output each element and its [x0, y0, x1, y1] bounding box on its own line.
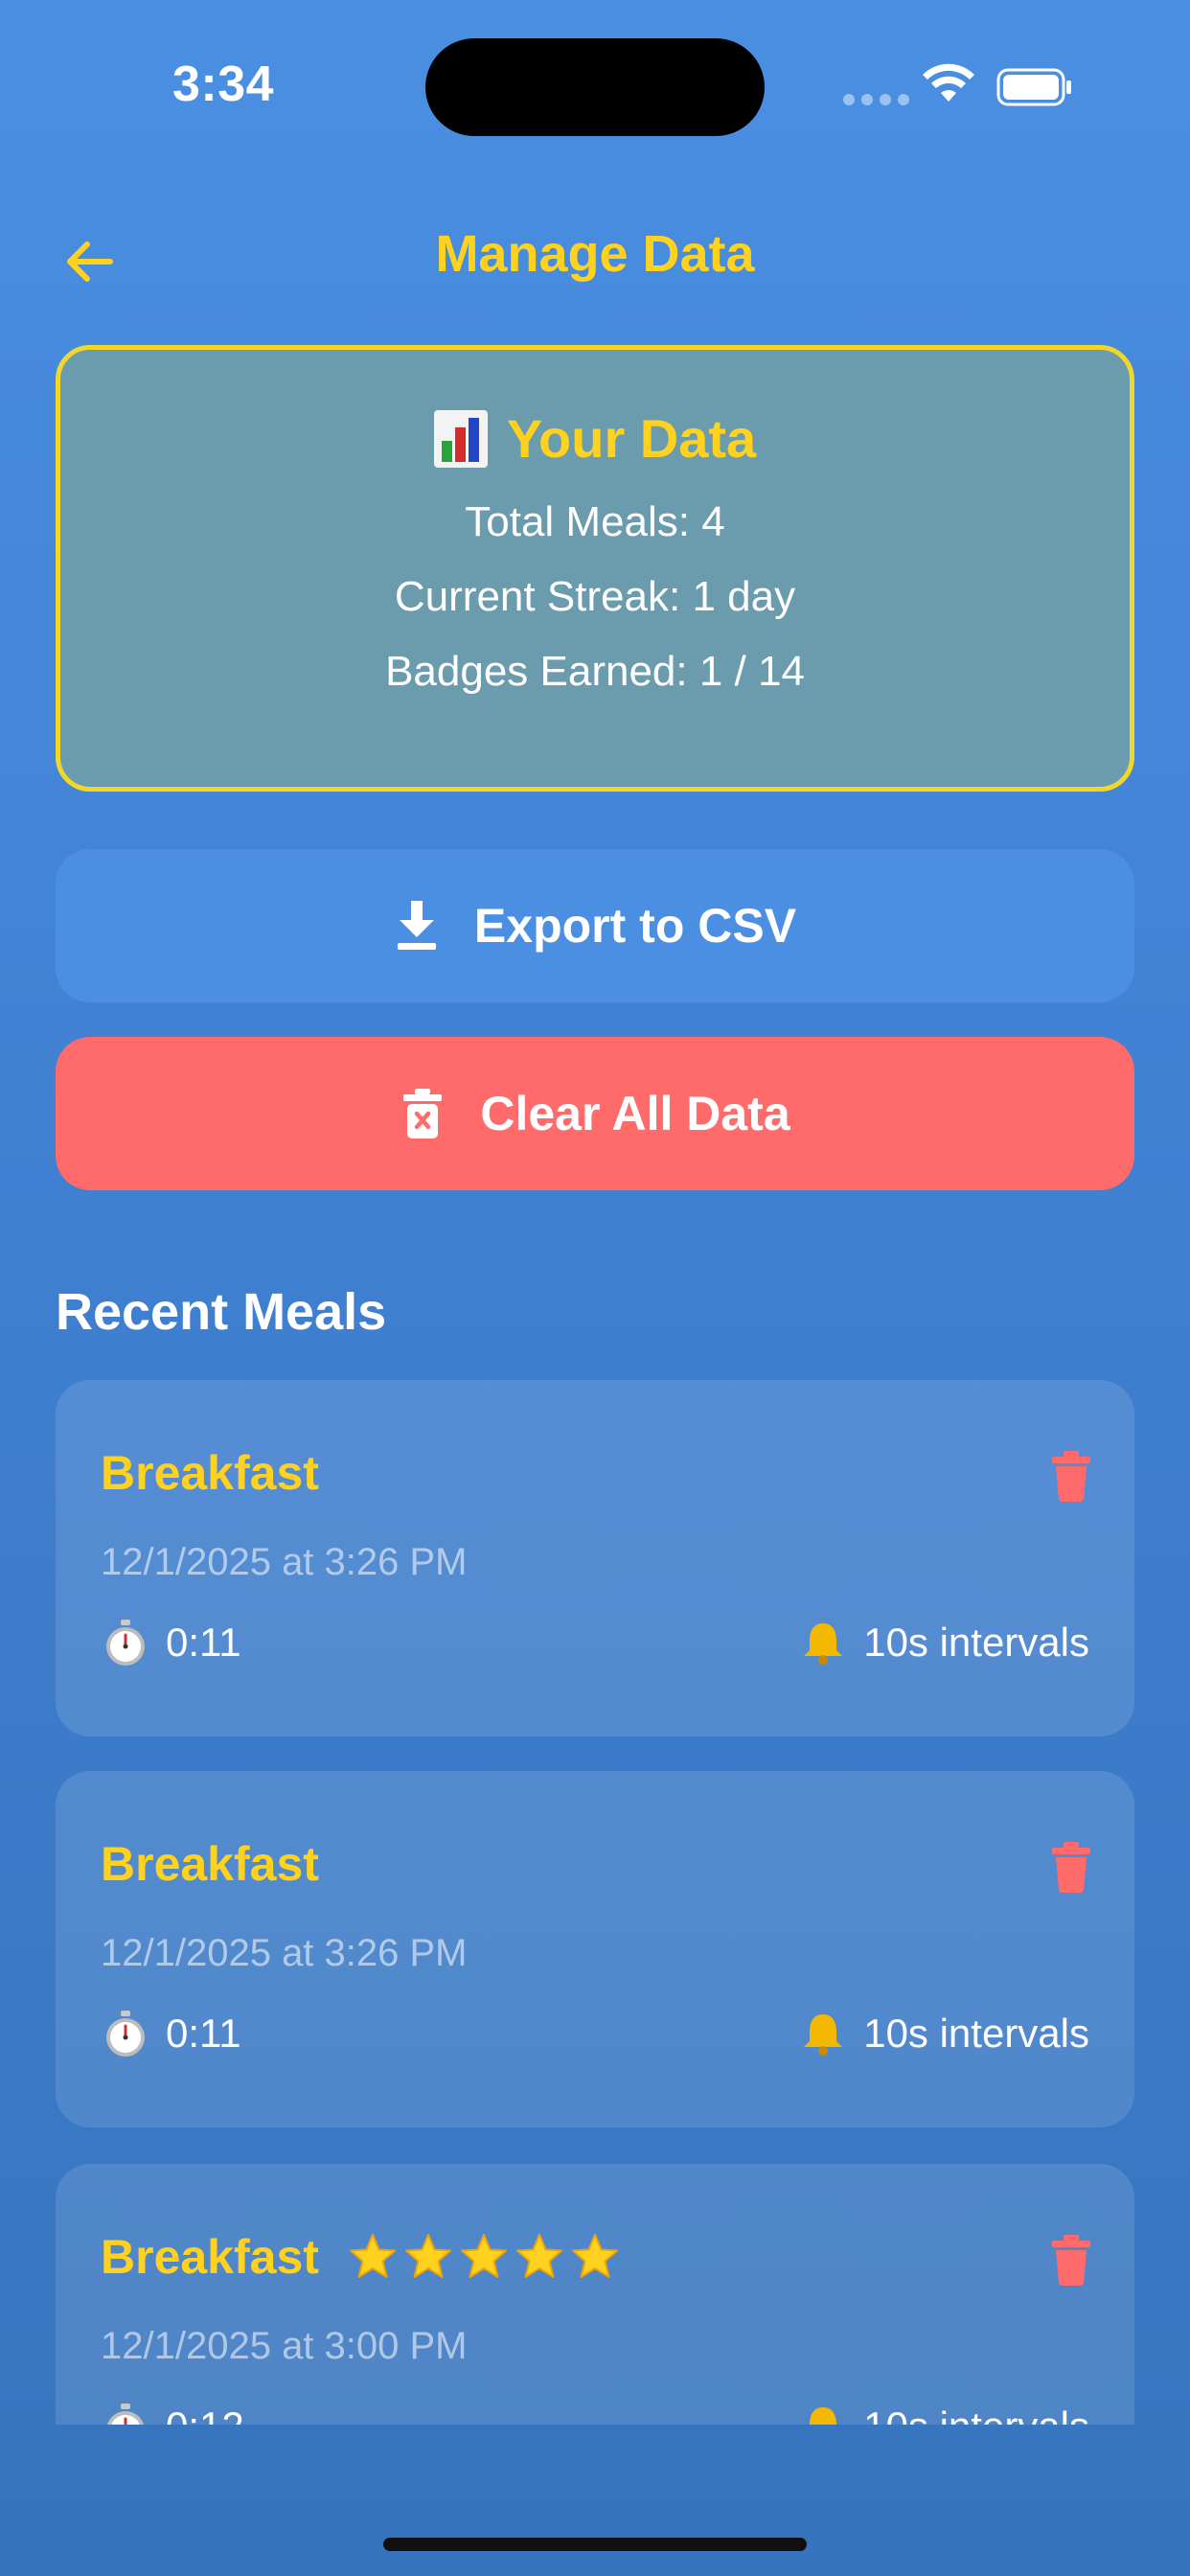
delete-meal-button[interactable] — [1047, 2233, 1095, 2287]
cellular-signal-icon — [843, 94, 909, 105]
recent-meals-title: Recent Meals — [56, 1283, 387, 1341]
star-icon — [460, 2234, 507, 2278]
meal-name: Breakfast — [101, 1446, 319, 1500]
meal-date: 12/1/2025 at 3:26 PM — [101, 1541, 468, 1583]
star-icon — [571, 2234, 618, 2278]
summary-title-text: Your Data — [506, 408, 757, 469]
star-icon — [404, 2234, 451, 2278]
meal-date: 12/1/2025 at 3:00 PM — [101, 2325, 468, 2367]
export-button-label: Export to CSV — [473, 899, 797, 953]
stopwatch-icon — [106, 2404, 145, 2425]
current-streak-text: Current Streak: 1 day — [394, 573, 796, 620]
meal-card[interactable]: Breakfast 12/1/2025 at 3:26 PM 0:11 10s … — [56, 1771, 1134, 2128]
clear-all-data-button[interactable]: Clear All Data — [56, 1037, 1134, 1190]
page-title: Manage Data — [435, 225, 755, 283]
delete-meal-button[interactable] — [1047, 1840, 1095, 1894]
meal-interval: 10s intervals — [798, 2009, 1089, 2058]
recent-meals-list[interactable]: Breakfast 12/1/2025 at 3:26 PM 0:11 10s … — [0, 1380, 1190, 2425]
meal-name: Breakfast — [101, 2230, 319, 2284]
meal-name-row: Breakfast — [101, 2229, 620, 2285]
meal-name-row: Breakfast — [101, 1445, 319, 1501]
badges-earned-text: Badges Earned: 1 / 14 — [385, 648, 805, 695]
meal-date: 12/1/2025 at 3:26 PM — [101, 1932, 468, 1974]
meal-duration: 0:11 — [101, 2009, 241, 2058]
status-time: 3:34 — [172, 57, 275, 112]
meal-duration-text: 0:11 — [166, 2011, 241, 2056]
meal-name: Breakfast — [101, 1837, 319, 1891]
meal-duration-text: 0:11 — [166, 1620, 241, 1665]
bell-icon — [804, 1623, 843, 1665]
delete-meal-button[interactable] — [1047, 1449, 1095, 1503]
meal-duration-text: 0:12 — [166, 2404, 244, 2425]
bell-icon — [804, 2014, 843, 2056]
trash-icon — [403, 1089, 443, 1138]
data-summary-card: Your Data Total Meals: 4 Current Streak:… — [56, 345, 1134, 792]
meal-interval-text: 10s intervals — [863, 2404, 1089, 2425]
dynamic-island — [425, 38, 765, 136]
stopwatch-icon — [106, 1620, 145, 1666]
wifi-icon — [923, 63, 974, 102]
meal-interval: 10s intervals — [798, 1618, 1089, 1668]
meal-card[interactable]: Breakfast 12/1/2025 at 3:26 PM 0:11 10s … — [56, 1380, 1134, 1736]
meal-card[interactable]: Breakfast 12/1/2025 at 3:00 PM 0:12 — [56, 2164, 1134, 2425]
home-indicator — [383, 2538, 807, 2551]
battery-icon — [996, 68, 1071, 106]
meal-rating — [348, 2232, 620, 2282]
status-bar: 3:34 — [0, 0, 1190, 172]
header: Manage Data — [0, 211, 1190, 307]
export-csv-button[interactable]: Export to CSV — [56, 849, 1134, 1002]
meal-name-row: Breakfast — [101, 1836, 319, 1892]
meal-duration: 0:11 — [101, 1618, 241, 1668]
download-icon — [397, 901, 436, 950]
stopwatch-icon — [106, 2011, 145, 2057]
star-icon — [349, 2234, 396, 2278]
meal-duration: 0:12 — [101, 2402, 244, 2425]
meal-interval: 10s intervals — [798, 2402, 1089, 2425]
meal-interval-text: 10s intervals — [863, 2011, 1089, 2056]
star-icon — [515, 2234, 562, 2278]
clear-button-label: Clear All Data — [480, 1087, 790, 1140]
meal-interval-text: 10s intervals — [863, 1620, 1089, 1665]
total-meals-text: Total Meals: 4 — [465, 498, 725, 545]
bar-chart-icon — [433, 409, 488, 468]
bell-icon — [810, 2407, 837, 2425]
summary-title: Your Data — [60, 407, 1130, 470]
